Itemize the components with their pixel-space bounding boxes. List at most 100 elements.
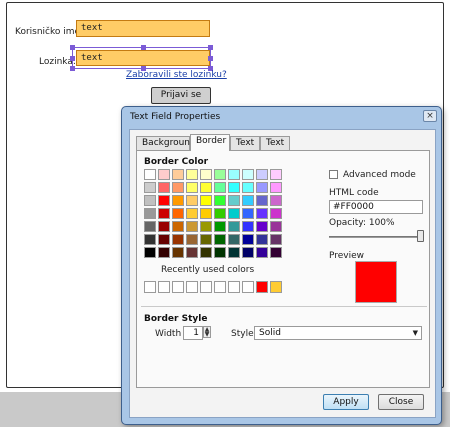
color-swatch[interactable] [158, 208, 170, 219]
color-swatch[interactable] [228, 169, 240, 180]
color-swatch[interactable] [158, 234, 170, 245]
color-swatch[interactable] [172, 182, 184, 193]
color-swatch[interactable] [242, 195, 254, 206]
tab-background[interactable]: Background [136, 136, 196, 150]
style-select[interactable]: Solid ▼ [254, 326, 422, 340]
color-swatch[interactable] [144, 169, 156, 180]
color-swatch[interactable] [186, 247, 198, 258]
username-field[interactable]: text [76, 20, 210, 37]
password-field[interactable]: text [76, 50, 210, 66]
color-swatch[interactable] [214, 234, 226, 245]
color-swatch[interactable] [242, 221, 254, 232]
color-swatch[interactable] [200, 182, 212, 193]
color-swatch[interactable] [256, 234, 268, 245]
width-spinner[interactable]: ▲ ▼ [203, 326, 211, 338]
color-swatch[interactable] [158, 195, 170, 206]
color-swatch[interactable] [144, 195, 156, 206]
color-swatch[interactable] [200, 247, 212, 258]
apply-button[interactable]: Apply [323, 394, 369, 410]
recent-color-swatch[interactable] [144, 281, 156, 293]
color-swatch[interactable] [228, 221, 240, 232]
color-swatch[interactable] [186, 195, 198, 206]
color-swatch[interactable] [144, 247, 156, 258]
recent-color-swatch[interactable] [214, 281, 226, 293]
color-swatch[interactable] [242, 182, 254, 193]
color-swatch[interactable] [158, 182, 170, 193]
color-swatch[interactable] [270, 169, 282, 180]
color-swatch[interactable] [214, 208, 226, 219]
resize-handle-bl[interactable] [70, 66, 75, 71]
color-swatch[interactable] [200, 195, 212, 206]
color-swatch[interactable] [270, 195, 282, 206]
recent-color-swatch[interactable] [200, 281, 212, 293]
color-swatch[interactable] [172, 169, 184, 180]
color-swatch[interactable] [270, 221, 282, 232]
color-swatch[interactable] [256, 195, 268, 206]
color-swatch[interactable] [270, 182, 282, 193]
color-swatch[interactable] [214, 221, 226, 232]
color-swatch[interactable] [172, 195, 184, 206]
color-swatch[interactable] [256, 208, 268, 219]
color-swatch[interactable] [242, 247, 254, 258]
resize-handle-tr[interactable] [208, 45, 213, 50]
color-swatch[interactable] [214, 169, 226, 180]
color-swatch[interactable] [172, 208, 184, 219]
resize-handle-tl[interactable] [70, 45, 75, 50]
opacity-slider-thumb[interactable] [417, 230, 424, 242]
color-swatch[interactable] [200, 221, 212, 232]
color-swatch[interactable] [144, 234, 156, 245]
color-swatch[interactable] [228, 182, 240, 193]
color-swatch[interactable] [158, 169, 170, 180]
color-swatch[interactable] [242, 208, 254, 219]
color-swatch[interactable] [214, 195, 226, 206]
recent-color-swatch[interactable] [242, 281, 254, 293]
close-icon[interactable]: × [423, 110, 437, 122]
color-swatch[interactable] [186, 221, 198, 232]
color-swatch[interactable] [214, 247, 226, 258]
color-swatch[interactable] [228, 247, 240, 258]
recent-color-swatch[interactable] [228, 281, 240, 293]
recent-color-swatch[interactable] [158, 281, 170, 293]
color-swatch[interactable] [172, 247, 184, 258]
login-button[interactable]: Prijavi se [151, 87, 211, 104]
color-swatch[interactable] [200, 234, 212, 245]
color-swatch[interactable] [144, 182, 156, 193]
color-swatch[interactable] [256, 169, 268, 180]
tab-text[interactable]: Text [230, 136, 260, 150]
color-swatch[interactable] [256, 247, 268, 258]
resize-handle-tc[interactable] [141, 45, 146, 50]
recent-color-swatch[interactable] [172, 281, 184, 293]
color-swatch[interactable] [186, 234, 198, 245]
color-swatch[interactable] [228, 208, 240, 219]
color-swatch[interactable] [172, 234, 184, 245]
color-swatch[interactable] [200, 169, 212, 180]
color-swatch[interactable] [158, 247, 170, 258]
color-swatch[interactable] [242, 169, 254, 180]
color-swatch[interactable] [186, 182, 198, 193]
html-code-input[interactable]: #FF0000 [329, 200, 423, 214]
color-swatch[interactable] [158, 221, 170, 232]
color-swatch[interactable] [256, 182, 268, 193]
color-swatch[interactable] [270, 247, 282, 258]
spin-down-icon[interactable]: ▼ [204, 332, 210, 338]
resize-handle-ml[interactable] [70, 56, 75, 61]
color-swatch[interactable] [186, 208, 198, 219]
color-swatch[interactable] [186, 169, 198, 180]
resize-handle-mr[interactable] [208, 56, 213, 61]
recent-color-swatch[interactable] [270, 281, 282, 293]
forgot-password-link[interactable]: Zaboravili ste lozinku? [126, 70, 227, 80]
color-swatch[interactable] [144, 221, 156, 232]
color-swatch[interactable] [270, 234, 282, 245]
recent-color-swatch[interactable] [256, 281, 268, 293]
color-swatch[interactable] [144, 208, 156, 219]
color-swatch[interactable] [228, 195, 240, 206]
width-input[interactable]: 1 [183, 326, 203, 340]
advanced-mode-checkbox[interactable] [329, 170, 338, 179]
color-swatch[interactable] [270, 208, 282, 219]
tab-border[interactable]: Border [190, 134, 230, 151]
close-button[interactable]: Close [378, 394, 424, 410]
tab-text-2[interactable]: Text [260, 136, 290, 150]
recent-color-swatch[interactable] [186, 281, 198, 293]
color-swatch[interactable] [228, 234, 240, 245]
color-swatch[interactable] [256, 221, 268, 232]
